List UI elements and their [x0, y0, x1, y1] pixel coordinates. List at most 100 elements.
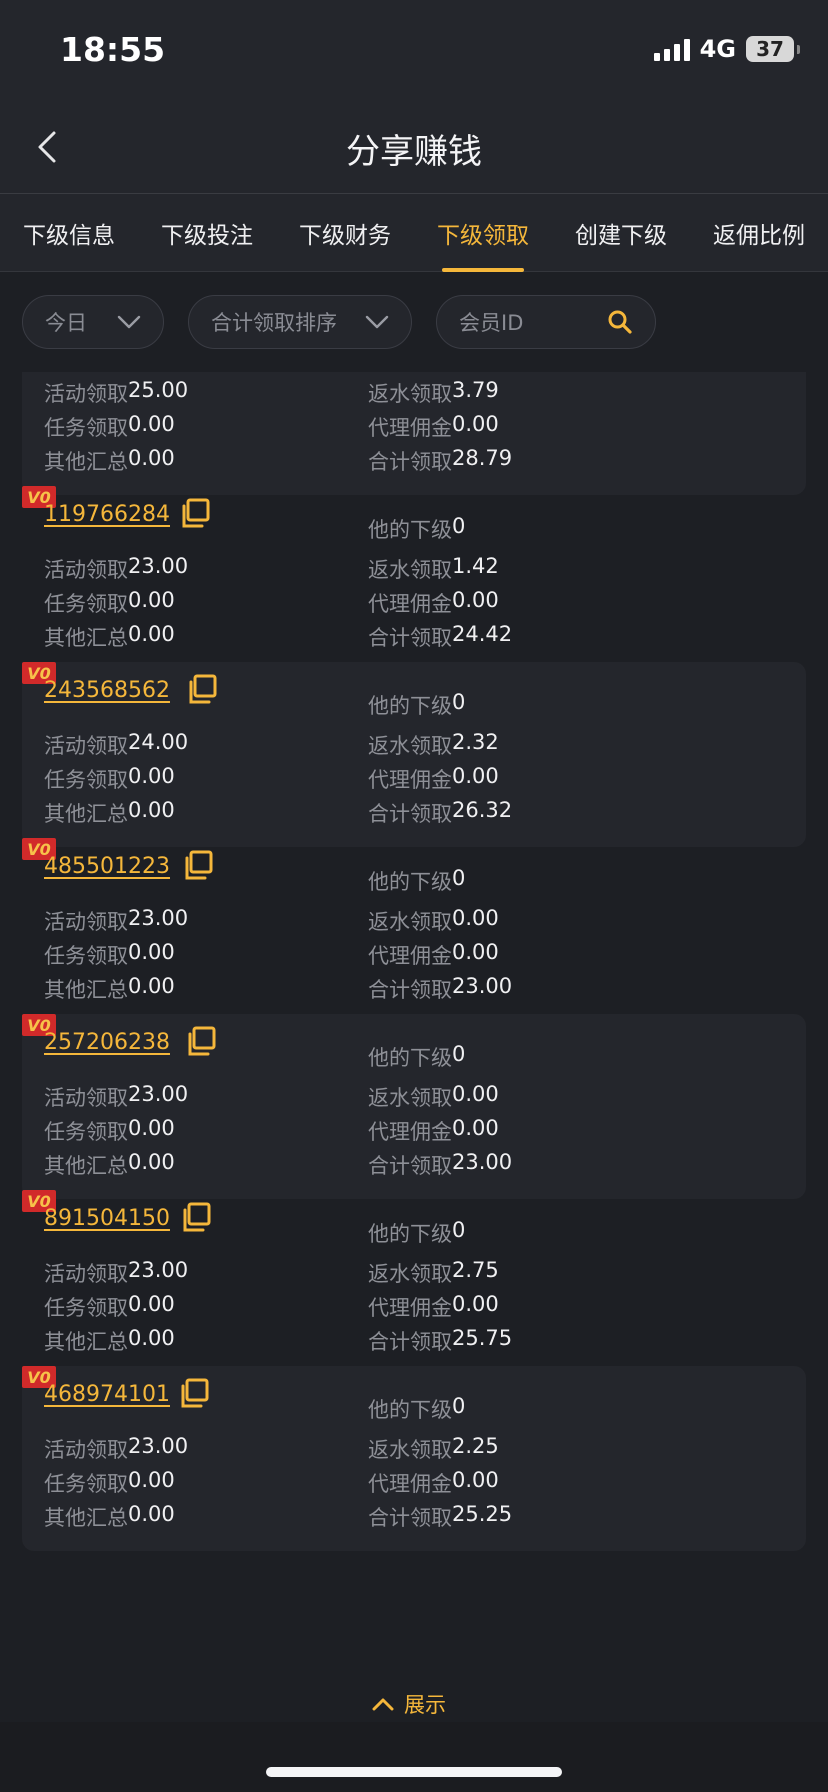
total-label: 合计领取 [368, 626, 452, 650]
rebate-label: 返水领取 [368, 1086, 452, 1110]
page-title: 分享赚钱 [346, 132, 482, 172]
member-id-link[interactable]: 257206238 [44, 1030, 170, 1055]
member-id-search[interactable]: 会员ID [436, 295, 656, 349]
activity-label: 活动领取 [44, 910, 128, 934]
copy-icon[interactable] [184, 1024, 218, 1058]
rebate-label: 返水领取 [368, 1438, 452, 1462]
chevron-up-icon [372, 1698, 394, 1711]
sort-select[interactable]: 合计领取排序 [188, 295, 412, 349]
search-input[interactable]: 会员ID [459, 307, 523, 337]
subordinates-label: 他的下级 [368, 518, 452, 542]
home-indicator[interactable] [266, 1767, 562, 1777]
tab-create-subordinate[interactable]: 创建下级 [552, 194, 690, 272]
member-card: V0 119766284 他的下级 0 活动领取 23.00 返水领取 1.42 任务领取 0.0… [22, 486, 806, 671]
activity-value: 23.00 [128, 1082, 189, 1106]
other-label: 其他汇总 [44, 626, 128, 650]
subordinates-value: 0 [452, 1042, 466, 1066]
signal-icon [653, 37, 690, 61]
total-label: 合计领取 [368, 1154, 452, 1178]
activity-value: 23.00 [128, 1258, 189, 1282]
rebate-value: 0.00 [452, 906, 499, 930]
member-card: V0 243568562 他的下级 0 活动领取 24.00 返水领取 2.32 任务领取 0.0… [22, 662, 806, 847]
task-label: 任务领取 [44, 416, 128, 440]
subordinates-label: 他的下级 [368, 694, 452, 718]
task-value: 0.00 [128, 1292, 175, 1316]
total-label: 合计领取 [368, 450, 452, 474]
total-label: 合计领取 [368, 1330, 452, 1354]
task-label: 任务领取 [44, 1120, 128, 1144]
subordinates-value: 0 [452, 514, 466, 538]
total-value: 23.00 [452, 1150, 513, 1174]
task-label: 任务领取 [44, 592, 128, 616]
rebate-value: 2.75 [452, 1258, 499, 1282]
activity-value: 24.00 [128, 730, 189, 754]
activity-label: 活动领取 [44, 1086, 128, 1110]
total-label: 合计领取 [368, 978, 452, 1002]
commission-label: 代理佣金 [368, 592, 452, 616]
member-card: V0200182216他的下级0活动领取25.00返水领取3.79任务领取0.0… [22, 372, 806, 495]
rebate-value: 2.25 [452, 1434, 499, 1458]
expand-toggle[interactable]: 展示 [372, 1686, 446, 1722]
status-indicators: 4G 37 [653, 34, 800, 64]
member-id-link[interactable]: 485501223 [44, 854, 170, 879]
task-value: 0.00 [128, 1116, 175, 1140]
rebate-value: 2.32 [452, 730, 499, 754]
other-value: 0.00 [128, 446, 175, 470]
subordinates-label: 他的下级 [368, 1222, 452, 1246]
copy-icon[interactable] [177, 1376, 211, 1410]
date-select[interactable]: 今日 [22, 295, 164, 349]
member-id-link[interactable]: 243568562 [44, 678, 170, 703]
member-id-link[interactable]: 119766284 [44, 502, 170, 527]
task-value: 0.00 [128, 764, 175, 788]
network-type: 4G [699, 35, 736, 63]
home-bar-area [0, 1722, 828, 1792]
commission-label: 代理佣金 [368, 416, 452, 440]
activity-label: 活动领取 [44, 734, 128, 758]
copy-icon[interactable] [185, 672, 219, 706]
expand-label: 展示 [404, 1693, 446, 1717]
tab-commission-rates[interactable]: 返佣比例 [690, 194, 828, 272]
status-time: 18:55 [60, 30, 166, 69]
member-id-link[interactable]: 891504150 [44, 1206, 170, 1231]
commission-label: 代理佣金 [368, 1120, 452, 1144]
filter-bar: 今日 合计领取排序 会员ID [0, 272, 828, 372]
other-label: 其他汇总 [44, 450, 128, 474]
member-id-link[interactable]: 468974101 [44, 1382, 170, 1407]
task-label: 任务领取 [44, 1296, 128, 1320]
date-select-value: 今日 [45, 311, 87, 335]
search-icon[interactable] [607, 309, 633, 335]
commission-value: 0.00 [452, 764, 499, 788]
other-value: 0.00 [128, 1502, 175, 1526]
tab-subordinate-finance[interactable]: 下级财务 [276, 194, 414, 272]
task-value: 0.00 [128, 940, 175, 964]
task-value: 0.00 [128, 588, 175, 612]
rebate-label: 返水领取 [368, 382, 452, 406]
task-value: 0.00 [128, 412, 175, 436]
other-label: 其他汇总 [44, 1330, 128, 1354]
other-label: 其他汇总 [44, 802, 128, 826]
task-label: 任务领取 [44, 1472, 128, 1496]
activity-label: 活动领取 [44, 1438, 128, 1462]
copy-icon[interactable] [178, 496, 212, 530]
commission-value: 0.00 [452, 588, 499, 612]
tab-subordinate-bets[interactable]: 下级投注 [138, 194, 276, 272]
subordinates-value: 0 [452, 690, 466, 714]
commission-value: 0.00 [452, 412, 499, 436]
subordinates-value: 0 [452, 866, 466, 890]
tab-subordinate-claims[interactable]: 下级领取 [414, 194, 552, 272]
member-list[interactable]: V0200182216他的下级0活动领取25.00返水领取3.79任务领取0.0… [0, 372, 828, 1722]
rebate-value: 3.79 [452, 378, 499, 402]
commission-label: 代理佣金 [368, 1296, 452, 1320]
copy-icon[interactable] [181, 848, 215, 882]
other-label: 其他汇总 [44, 978, 128, 1002]
tab-subordinate-info[interactable]: 下级信息 [0, 194, 138, 272]
other-value: 0.00 [128, 622, 175, 646]
activity-label: 活动领取 [44, 382, 128, 406]
rebate-label: 返水领取 [368, 1262, 452, 1286]
total-value: 28.79 [452, 446, 513, 470]
total-value: 24.42 [452, 622, 513, 646]
rebate-value: 0.00 [452, 1082, 499, 1106]
subordinates-label: 他的下级 [368, 1046, 452, 1070]
copy-icon[interactable] [179, 1200, 213, 1234]
subordinates-value: 0 [452, 1218, 466, 1242]
